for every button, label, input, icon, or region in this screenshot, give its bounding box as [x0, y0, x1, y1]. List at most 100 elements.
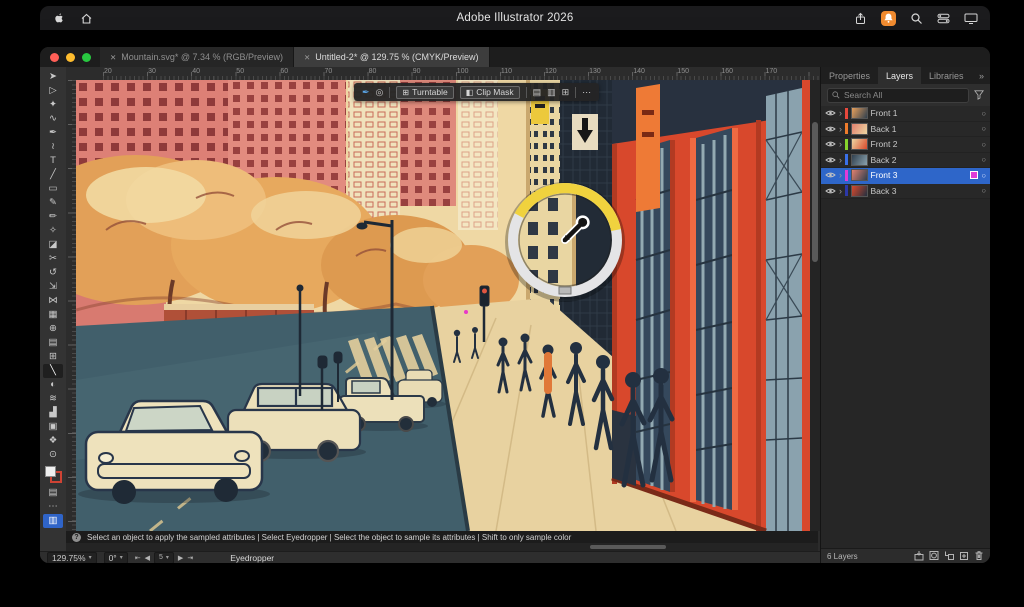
- vertical-scrollbar[interactable]: [810, 80, 820, 531]
- make-clipping-mask-icon[interactable]: [929, 550, 939, 563]
- layer-name[interactable]: Front 3: [871, 170, 968, 180]
- create-layer-icon[interactable]: [959, 550, 969, 563]
- pencil-tool[interactable]: ✏: [43, 210, 63, 224]
- scale-tool[interactable]: ⇲: [43, 280, 63, 294]
- paintbrush-tool[interactable]: ✎: [43, 196, 63, 210]
- create-sublayer-icon[interactable]: [944, 550, 954, 563]
- shape-builder-tool[interactable]: ⊕: [43, 322, 63, 336]
- zoom-select[interactable]: 129.75% ▾: [47, 552, 97, 564]
- tab-properties[interactable]: Properties: [821, 67, 878, 84]
- expand-chevron[interactable]: ›: [839, 186, 842, 196]
- canvas[interactable]: ✒ ◎ ⊞ Turntable ◧ Clip Mask ▤ ▥ ⊞ ⋯: [76, 80, 810, 531]
- panel-collapse-icon[interactable]: »: [973, 67, 990, 84]
- expand-chevron[interactable]: ›: [839, 139, 842, 149]
- layer-name[interactable]: Back 1: [871, 124, 979, 134]
- free-transform-tool[interactable]: ▦: [43, 308, 63, 322]
- search-icon[interactable]: [910, 12, 923, 25]
- tab-layers[interactable]: Layers: [878, 67, 921, 84]
- expand-chevron[interactable]: ›: [839, 124, 842, 134]
- display-icon[interactable]: [964, 12, 978, 25]
- apple-icon[interactable]: [52, 12, 64, 25]
- eraser-tool[interactable]: ◪: [43, 238, 63, 252]
- layer-thumbnail[interactable]: [851, 123, 868, 135]
- control-center-icon[interactable]: [937, 12, 950, 25]
- fill-swatch[interactable]: [45, 466, 56, 477]
- layer-thumbnail[interactable]: [851, 169, 868, 181]
- last-artboard-button[interactable]: ⇥: [187, 554, 193, 562]
- mesh-tool[interactable]: ⊞: [43, 350, 63, 364]
- anchor-icon[interactable]: ◎: [376, 83, 384, 101]
- layer-row[interactable]: ›Front 3○: [821, 168, 990, 184]
- visibility-toggle[interactable]: [825, 125, 836, 133]
- expand-chevron[interactable]: ›: [839, 170, 842, 180]
- selection-tool[interactable]: ➤: [43, 70, 63, 84]
- scissors-tool[interactable]: ✂: [43, 252, 63, 266]
- shaper-tool[interactable]: ✧: [43, 224, 63, 238]
- more-options-icon[interactable]: ⋯: [582, 83, 591, 101]
- hand-tool[interactable]: ❖: [43, 434, 63, 448]
- notifications-icon[interactable]: [881, 11, 896, 26]
- window-close-button[interactable]: [50, 53, 59, 62]
- filter-icon[interactable]: [974, 90, 984, 100]
- previous-artboard-button[interactable]: ◀: [145, 554, 150, 562]
- layer-thumbnail[interactable]: [851, 107, 868, 119]
- curvature-tool[interactable]: ≀: [43, 140, 63, 154]
- view-grid-icon[interactable]: ⊞: [562, 83, 570, 101]
- layer-thumbnail[interactable]: [851, 154, 868, 166]
- target-circle[interactable]: ○: [981, 186, 986, 195]
- layer-name[interactable]: Back 3: [871, 186, 979, 196]
- view-rows-icon[interactable]: ▤: [533, 83, 542, 101]
- layer-name[interactable]: Front 1: [871, 108, 979, 118]
- gradient-tool[interactable]: ▤: [43, 336, 63, 350]
- rotate-tool[interactable]: ↺: [43, 266, 63, 280]
- tab-libraries[interactable]: Libraries: [921, 67, 972, 84]
- draw-mode-icon[interactable]: ▤: [43, 486, 63, 500]
- layer-row[interactable]: › Front 2○: [821, 137, 990, 153]
- window-zoom-button[interactable]: [82, 53, 91, 62]
- symbol-sprayer-tool[interactable]: ≋: [43, 392, 63, 406]
- target-circle[interactable]: ○: [981, 124, 986, 133]
- turntable-button[interactable]: ⊞ Turntable: [396, 86, 453, 99]
- delete-layer-icon[interactable]: [974, 550, 984, 563]
- screen-mode-icon[interactable]: ▥: [43, 514, 63, 528]
- magic-wand-tool[interactable]: ✦: [43, 98, 63, 112]
- layer-row[interactable]: › Front 1○: [821, 106, 990, 122]
- layer-name[interactable]: Front 2: [871, 139, 979, 149]
- type-tool[interactable]: T: [43, 154, 63, 168]
- first-artboard-button[interactable]: ⇤: [135, 554, 141, 562]
- vertical-scrollbar-thumb[interactable]: [812, 122, 818, 262]
- zoom-tool[interactable]: ⊙: [43, 448, 63, 462]
- visibility-toggle[interactable]: [825, 171, 836, 179]
- edit-toolbar-icon[interactable]: ⋯: [43, 500, 63, 514]
- target-circle[interactable]: ○: [981, 109, 986, 118]
- expand-chevron[interactable]: ›: [839, 108, 842, 118]
- tab-close-icon[interactable]: ✕: [304, 53, 310, 62]
- document-tab-untitled2[interactable]: ✕ Untitled-2* @ 129.75 % (CMYK/Preview): [294, 47, 490, 67]
- graph-tool[interactable]: ▟: [43, 406, 63, 420]
- document-tab-mountain[interactable]: ✕ Mountain.svg* @ 7.34 % (RGB/Preview): [100, 47, 294, 67]
- target-circle[interactable]: ○: [981, 140, 986, 149]
- direct-selection-tool[interactable]: ▷: [43, 84, 63, 98]
- visibility-toggle[interactable]: [825, 187, 836, 195]
- layer-thumbnail[interactable]: [851, 185, 868, 197]
- next-artboard-button[interactable]: ▶: [178, 554, 183, 562]
- eyedropper-tool[interactable]: ╲: [43, 364, 63, 378]
- layer-row[interactable]: › Back 3○: [821, 184, 990, 200]
- search-input[interactable]: Search All: [827, 88, 969, 103]
- artboard-tool[interactable]: ▣: [43, 420, 63, 434]
- expand-chevron[interactable]: ›: [839, 155, 842, 165]
- horizontal-scrollbar[interactable]: [66, 543, 818, 551]
- visibility-toggle[interactable]: [825, 140, 836, 148]
- layer-name[interactable]: Back 2: [871, 155, 979, 165]
- collect-for-export-icon[interactable]: [914, 550, 924, 563]
- clip-mask-button[interactable]: ◧ Clip Mask: [460, 86, 520, 99]
- home-icon[interactable]: [80, 12, 93, 25]
- share-icon[interactable]: [854, 12, 867, 25]
- target-circle[interactable]: ○: [981, 155, 986, 164]
- pen-icon[interactable]: ✒: [362, 83, 370, 101]
- horizontal-scrollbar-thumb[interactable]: [590, 545, 666, 549]
- layer-thumbnail[interactable]: [851, 138, 868, 150]
- visibility-toggle[interactable]: [825, 109, 836, 117]
- visibility-toggle[interactable]: [825, 156, 836, 164]
- fill-stroke-swatches[interactable]: [44, 465, 62, 483]
